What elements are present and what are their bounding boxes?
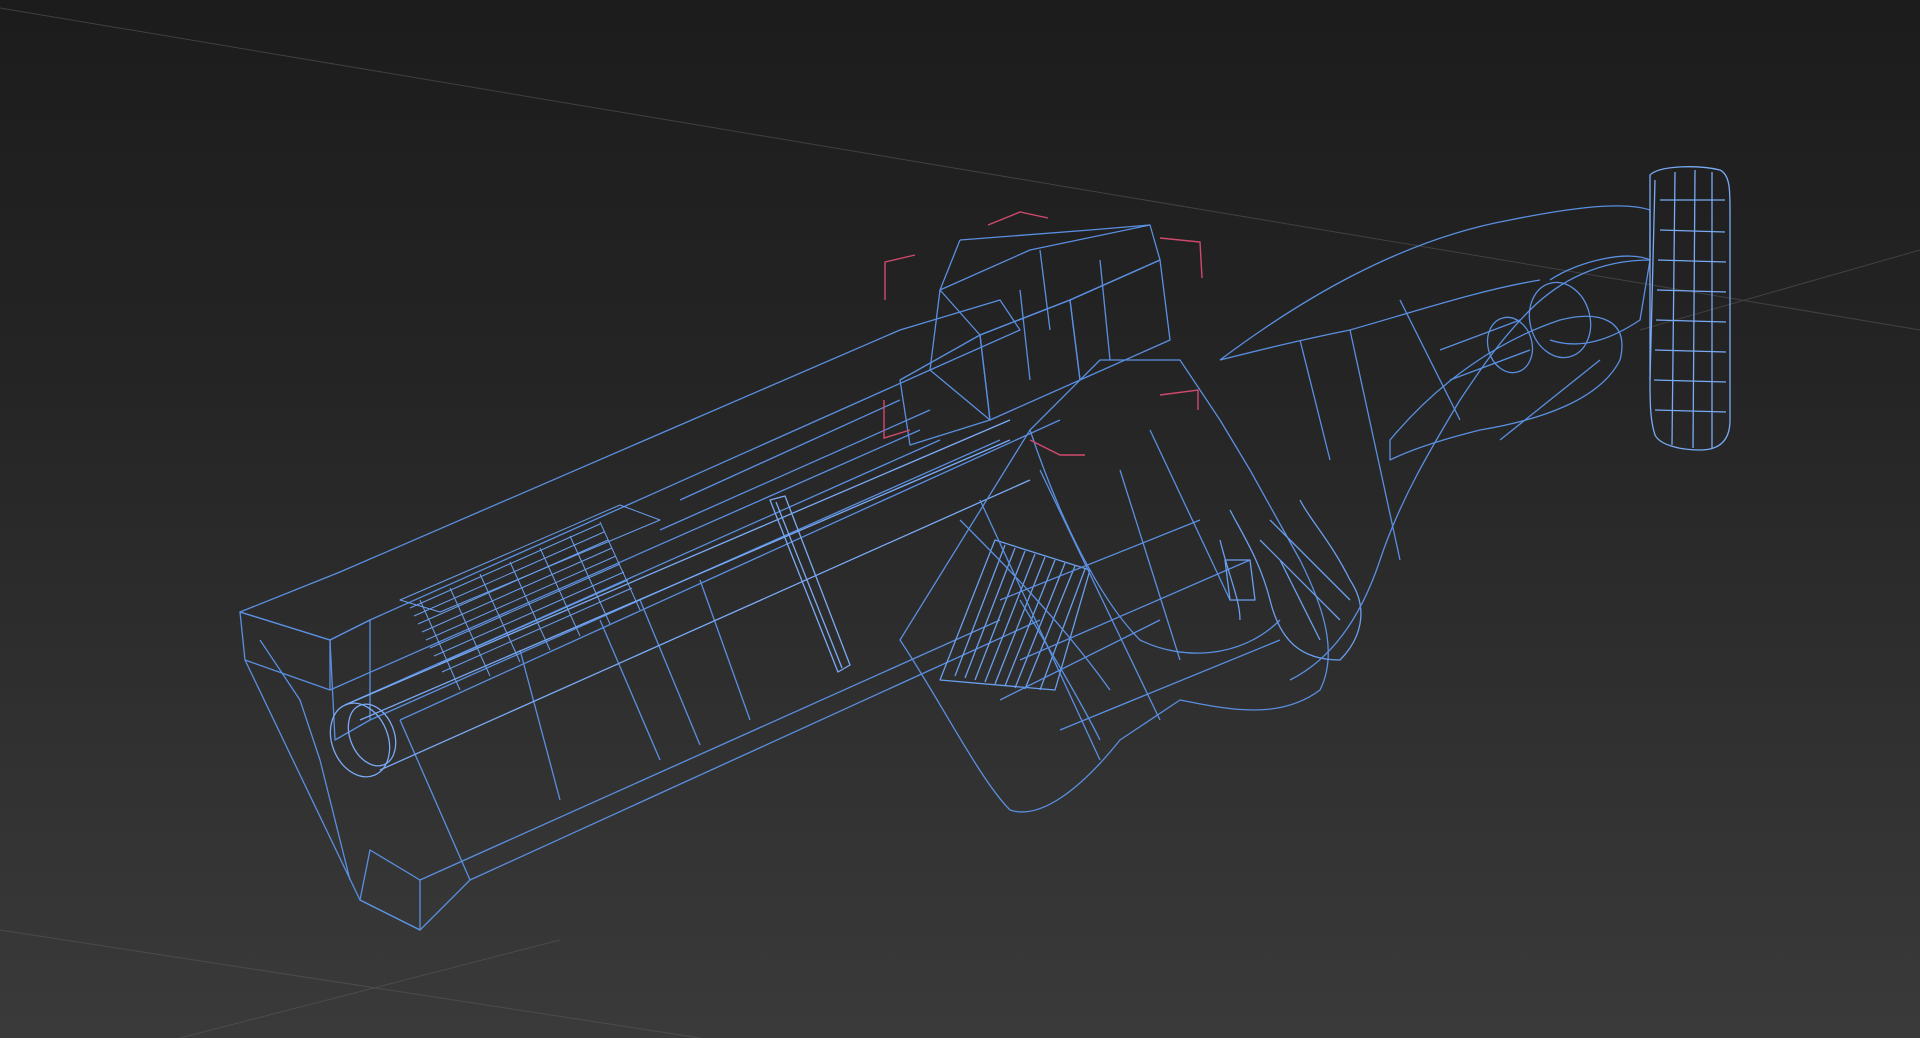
- charging-handle[interactable]: [769, 495, 851, 673]
- viewport-3d[interactable]: [0, 0, 1920, 1038]
- stock[interactable]: [1219, 205, 1651, 681]
- handguard[interactable]: [239, 299, 1061, 931]
- grid-line-bottom: [0, 929, 701, 1038]
- scope-mount[interactable]: [899, 224, 1171, 446]
- ground-grid: [0, 7, 1920, 1038]
- bracket-bottom-right: [1159, 389, 1199, 410]
- trigger-grip[interactable]: [1219, 499, 1362, 661]
- rifle-wireframe[interactable]: [239, 166, 1731, 931]
- grid-line-bottom-2: [179, 939, 561, 1038]
- viewport-scene[interactable]: [0, 0, 1920, 1038]
- bracket-top-left: [884, 254, 916, 300]
- magazine[interactable]: [939, 539, 1091, 691]
- bracket-top-mid: [987, 211, 1049, 226]
- bracket-top-right: [1159, 237, 1203, 279]
- selection-bracket: [883, 211, 1203, 456]
- butt-pad[interactable]: [1649, 166, 1731, 451]
